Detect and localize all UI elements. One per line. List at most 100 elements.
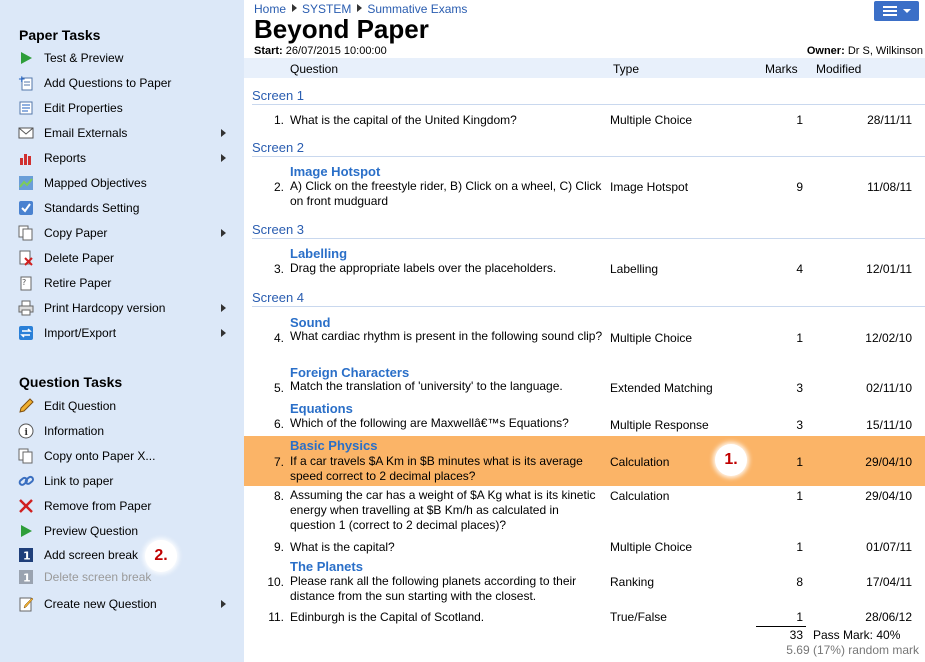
question-row-6[interactable]: Equations 6. Which of the following are … bbox=[244, 399, 925, 434]
question-marks: 1 bbox=[796, 331, 803, 345]
question-type: Multiple Response bbox=[610, 418, 709, 432]
question-marks: 3 bbox=[796, 418, 803, 432]
play-icon bbox=[17, 49, 35, 67]
sidebar-item-label: Link to paper bbox=[44, 474, 114, 488]
question-text: Assuming the car has a weight of $A Kg w… bbox=[290, 488, 596, 532]
properties-icon bbox=[17, 99, 35, 117]
question-type: Calculation bbox=[610, 455, 670, 469]
sidebar-item-reports[interactable]: Reports bbox=[17, 148, 232, 168]
sidebar-item-link-to-paper[interactable]: Link to paper bbox=[17, 471, 232, 491]
start-value: 26/07/2015 10:00:00 bbox=[285, 45, 387, 57]
svg-text:1: 1 bbox=[23, 572, 31, 585]
start-label: Start: bbox=[254, 45, 283, 57]
question-title: Foreign Characters bbox=[290, 365, 410, 380]
question-modified: 12/01/11 bbox=[866, 262, 912, 276]
question-tasks-heading: Question Tasks bbox=[19, 374, 123, 390]
question-modified: 12/02/10 bbox=[865, 331, 912, 345]
breadcrumb-separator-icon bbox=[357, 4, 363, 12]
sidebar-item-create-new-question[interactable]: Create new Question bbox=[17, 594, 232, 614]
column-marks[interactable]: Marks bbox=[765, 62, 798, 76]
sidebar-item-label: Email Externals bbox=[44, 126, 128, 140]
play-icon bbox=[17, 522, 35, 540]
question-title: The Planets bbox=[290, 559, 363, 574]
question-text: Drag the appropriate labels over the pla… bbox=[290, 261, 557, 275]
question-row-7-selected[interactable]: Basic Physics 7. If a car travels $A Km … bbox=[244, 436, 925, 486]
screen-header-4[interactable]: Screen 4 bbox=[252, 290, 925, 307]
sidebar-item-label: Mapped Objectives bbox=[44, 176, 147, 190]
question-modified: 02/11/10 bbox=[866, 381, 912, 395]
question-type: Multiple Choice bbox=[610, 540, 693, 554]
sidebar-item-remove-from-paper[interactable]: Remove from Paper bbox=[17, 496, 232, 516]
column-type[interactable]: Type bbox=[613, 62, 639, 76]
question-row-4[interactable]: Sound 4. What cardiac rhythm is present … bbox=[244, 313, 925, 361]
info-icon: i bbox=[17, 422, 35, 440]
question-number: 9. bbox=[273, 540, 284, 554]
question-number: 3. bbox=[273, 262, 284, 276]
sidebar-item-label: Reports bbox=[44, 151, 87, 165]
question-type: Ranking bbox=[610, 575, 655, 589]
sidebar: Paper Tasks Test & Preview + Add Questio… bbox=[0, 0, 244, 662]
sidebar-item-add-screen-break[interactable]: 1 Add screen break bbox=[17, 545, 232, 565]
question-marks: 1 bbox=[796, 455, 803, 469]
sidebar-item-edit-question[interactable]: Edit Question bbox=[17, 396, 232, 416]
column-modified[interactable]: Modified bbox=[816, 62, 861, 76]
question-row-3[interactable]: Labelling 3. Drag the appropriate labels… bbox=[244, 244, 925, 280]
sidebar-item-label: Remove from Paper bbox=[44, 499, 152, 513]
column-question[interactable]: Question bbox=[290, 62, 338, 76]
checkbox-icon bbox=[17, 199, 35, 217]
sidebar-item-label: Add Questions to Paper bbox=[44, 76, 172, 90]
submenu-arrow-icon bbox=[221, 329, 226, 337]
question-number: 5. bbox=[273, 381, 284, 395]
question-text: Please rank all the following planets ac… bbox=[290, 574, 577, 603]
sidebar-item-edit-properties[interactable]: Edit Properties bbox=[17, 98, 232, 118]
screen-header-2[interactable]: Screen 2 bbox=[252, 140, 925, 157]
callout-2: 2. bbox=[145, 540, 177, 572]
sidebar-item-mapped-objectives[interactable]: Mapped Objectives bbox=[17, 173, 232, 193]
submenu-arrow-icon bbox=[221, 129, 226, 137]
sidebar-item-label: Standards Setting bbox=[44, 201, 140, 215]
question-modified: 15/11/10 bbox=[866, 418, 912, 432]
delete-doc-icon bbox=[17, 249, 35, 267]
submenu-arrow-icon bbox=[221, 600, 226, 608]
sidebar-item-label: Edit Question bbox=[44, 399, 117, 413]
screen-header-3[interactable]: Screen 3 bbox=[252, 222, 925, 239]
question-text: What is the capital of the United Kingdo… bbox=[290, 113, 517, 127]
question-row-1[interactable]: 1. What is the capital of the United Kin… bbox=[244, 110, 925, 130]
question-row-11[interactable]: 11. Edinburgh is the Capital of Scotland… bbox=[244, 607, 925, 627]
sidebar-item-add-questions[interactable]: + Add Questions to Paper bbox=[17, 73, 232, 93]
screen-header-1[interactable]: Screen 1 bbox=[252, 88, 925, 105]
svg-text:+: + bbox=[18, 75, 26, 85]
question-modified: 01/07/11 bbox=[866, 540, 912, 554]
chevron-down-icon bbox=[902, 9, 911, 13]
sidebar-item-preview-question[interactable]: Preview Question bbox=[17, 521, 232, 541]
question-row-9[interactable]: 9. What is the capital? Multiple Choice … bbox=[244, 537, 925, 557]
printer-icon bbox=[17, 299, 35, 317]
question-title: Labelling bbox=[290, 246, 348, 261]
menu-button[interactable] bbox=[874, 1, 919, 21]
remove-icon bbox=[17, 497, 35, 515]
sidebar-item-import-export[interactable]: Import/Export bbox=[17, 323, 232, 343]
question-row-10[interactable]: The Planets 10. Please rank all the foll… bbox=[244, 557, 925, 607]
question-type: Image Hotspot bbox=[610, 180, 689, 194]
sidebar-item-test-preview[interactable]: Test & Preview bbox=[17, 48, 232, 68]
question-marks: 4 bbox=[796, 262, 803, 276]
sidebar-item-label: Information bbox=[44, 424, 105, 438]
question-row-5[interactable]: Foreign Characters 5. Match the translat… bbox=[244, 363, 925, 398]
sidebar-item-print-hardcopy[interactable]: Print Hardcopy version bbox=[17, 298, 232, 318]
question-row-8[interactable]: 8. Assuming the car has a weight of $A K… bbox=[244, 486, 925, 536]
sidebar-item-information[interactable]: i Information bbox=[17, 421, 232, 441]
pencil-icon bbox=[17, 397, 35, 415]
question-type: Multiple Choice bbox=[610, 113, 693, 127]
link-icon bbox=[17, 472, 35, 490]
sidebar-item-label: Add screen break bbox=[44, 548, 139, 562]
question-modified: 17/04/11 bbox=[866, 575, 912, 589]
question-row-2[interactable]: Image Hotspot 2. A) Click on the freesty… bbox=[244, 162, 925, 212]
sidebar-item-email-externals[interactable]: Email Externals bbox=[17, 123, 232, 143]
sidebar-item-standards-setting[interactable]: Standards Setting bbox=[17, 198, 232, 218]
sidebar-item-copy-onto-paper[interactable]: Copy onto Paper X... bbox=[17, 446, 232, 466]
sidebar-item-retire-paper[interactable]: ? Retire Paper bbox=[17, 273, 232, 293]
sidebar-item-label: Edit Properties bbox=[44, 101, 123, 115]
sidebar-item-copy-paper[interactable]: Copy Paper bbox=[17, 223, 232, 243]
sidebar-item-delete-paper[interactable]: Delete Paper bbox=[17, 248, 232, 268]
question-marks: 1 bbox=[796, 113, 803, 127]
